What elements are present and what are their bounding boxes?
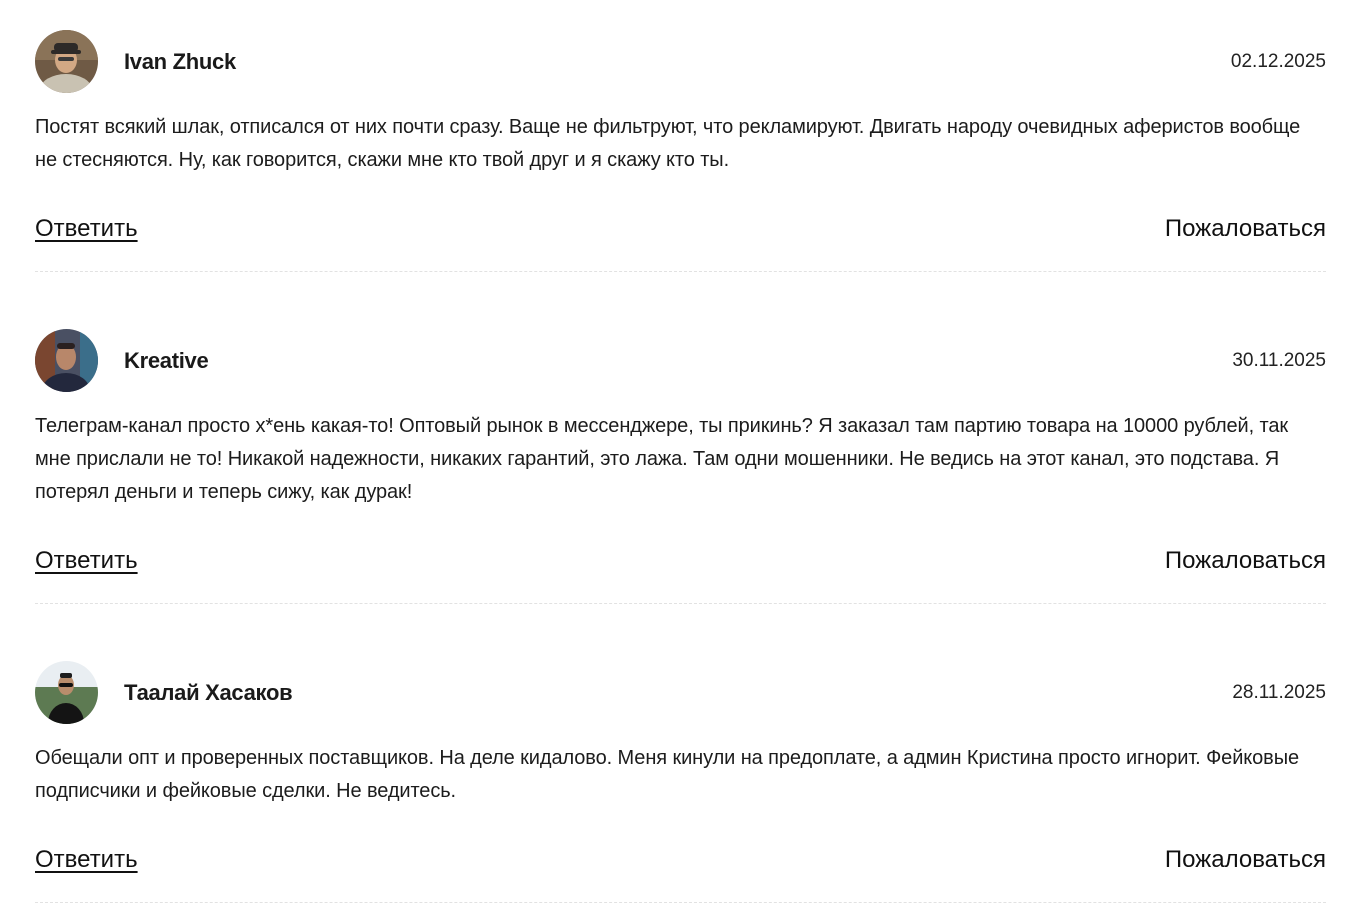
comment-header: Kreative 30.11.2025 <box>35 329 1326 393</box>
comment-divider <box>35 271 1326 272</box>
comments-list: Ivan Zhuck 02.12.2025 Постят всякий шлак… <box>0 0 1365 908</box>
comment-actions: Ответить Пожаловаться <box>35 547 1326 587</box>
report-link[interactable]: Пожаловаться <box>1165 846 1326 874</box>
comment-actions: Ответить Пожаловаться <box>35 846 1326 886</box>
avatar <box>35 661 98 724</box>
comment-text: Обещали опт и проверенных поставщиков. Н… <box>35 747 1299 802</box>
comment-date: 02.12.2025 <box>1230 51 1326 72</box>
comment-actions: Ответить Пожаловаться <box>35 215 1326 255</box>
reply-link[interactable]: Ответить <box>35 846 138 874</box>
comment-author: Kreative <box>124 348 209 373</box>
comment-divider <box>35 603 1326 604</box>
comment-author: Ivan Zhuck <box>124 49 236 74</box>
comment-header: Ivan Zhuck 02.12.2025 <box>35 30 1326 94</box>
report-link[interactable]: Пожаловаться <box>1165 547 1326 575</box>
comment-divider <box>35 902 1326 903</box>
reply-link[interactable]: Ответить <box>35 215 138 243</box>
comment-item: Kreative 30.11.2025 Телеграм-канал прост… <box>35 329 1326 604</box>
comment-header: Таалай Хасаков 28.11.2025 <box>35 661 1326 725</box>
comment-text: Постят всякий шлак, отписался от них поч… <box>35 116 1301 171</box>
comment-item: Ivan Zhuck 02.12.2025 Постят всякий шлак… <box>35 30 1326 272</box>
comment-date: 30.11.2025 <box>1232 350 1326 371</box>
reply-link[interactable]: Ответить <box>35 547 138 575</box>
comment-date: 28.11.2025 <box>1232 682 1326 703</box>
comment-author: Таалай Хасаков <box>124 680 293 705</box>
comment-text: Телеграм-канал просто х*ень какая-то! Оп… <box>35 415 1289 503</box>
avatar <box>35 329 98 392</box>
comment-item: Таалай Хасаков 28.11.2025 Обещали опт и … <box>35 661 1326 903</box>
avatar <box>35 30 98 93</box>
report-link[interactable]: Пожаловаться <box>1165 215 1326 243</box>
